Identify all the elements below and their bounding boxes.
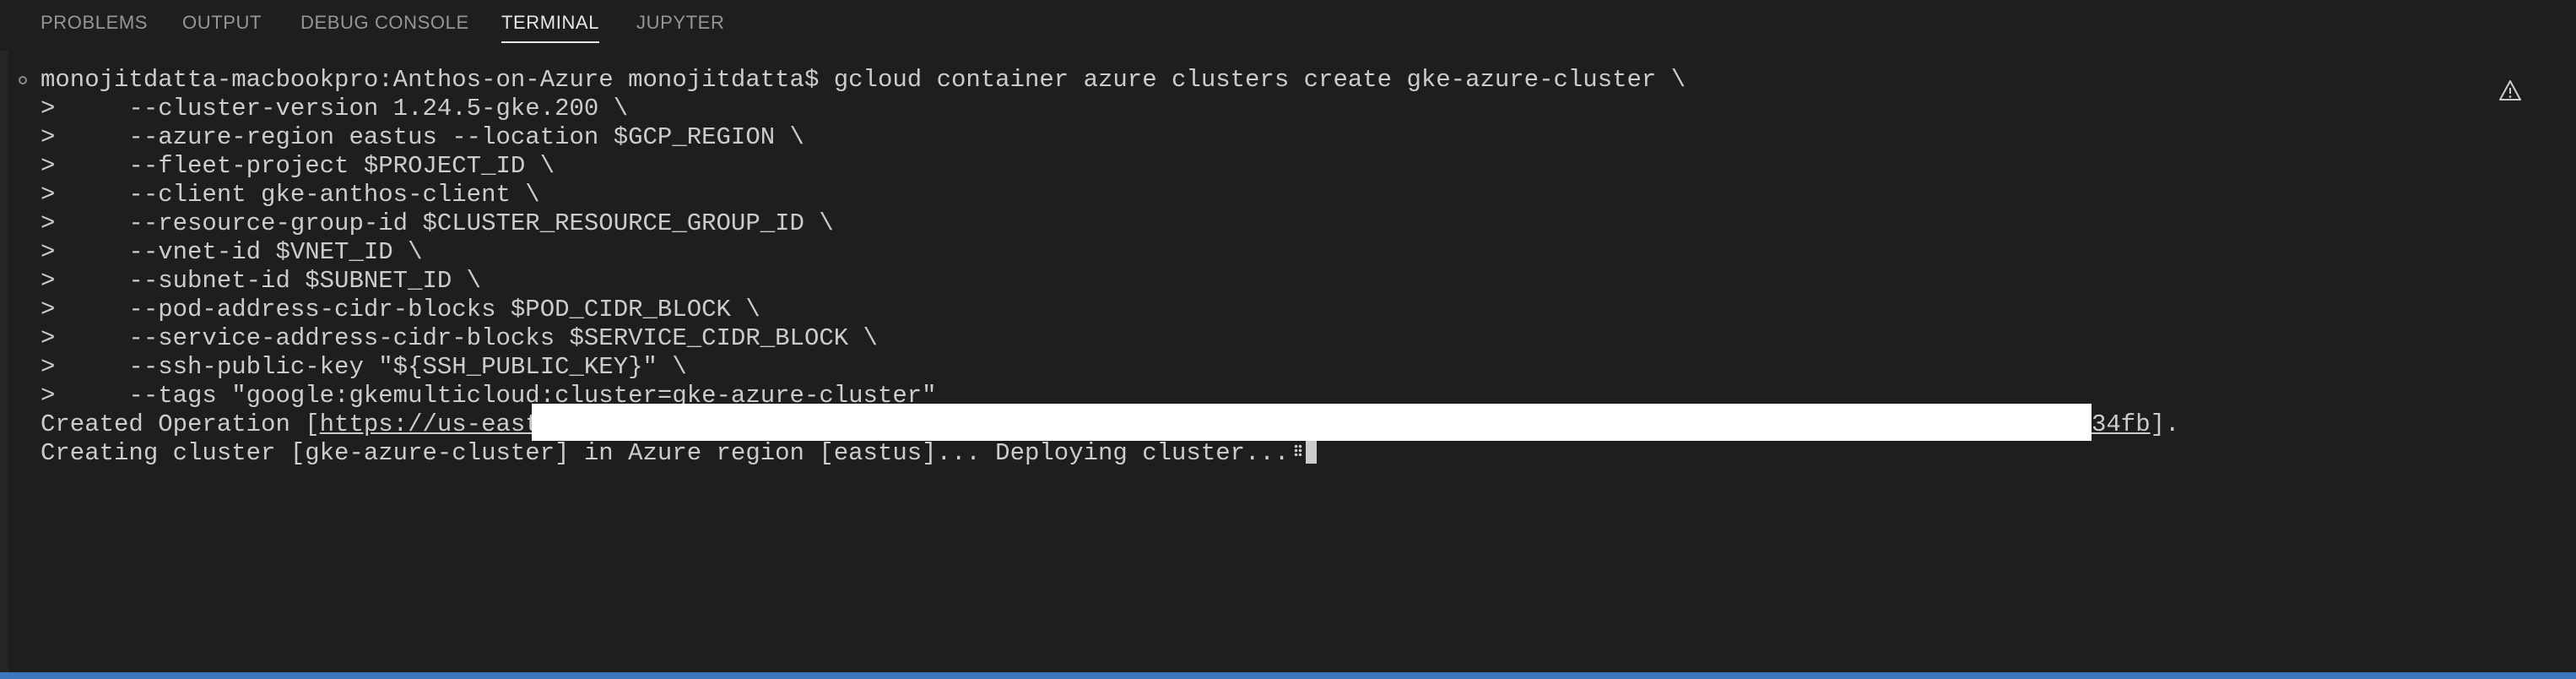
tab-debug-console[interactable]: DEBUG CONSOLE [300, 12, 469, 49]
creating-cluster-line: Creating cluster [gke-azure-cluster] in … [41, 439, 1318, 468]
panel-tab-bar: PROBLEMS OUTPUT DEBUG CONSOLE TERMINAL J… [0, 0, 2576, 51]
creating-text: Creating cluster [gke-azure-cluster] in … [41, 439, 1290, 467]
terminal-line: > --subnet-id $SUBNET_ID \ [41, 267, 482, 295]
terminal-line: > --ssh-public-key "${SSH_PUBLIC_KEY}" \ [41, 353, 687, 381]
terminal-line: > --vnet-id $VNET_ID \ [41, 238, 423, 266]
terminal-line: > --azure-region eastus --location $GCP_… [41, 123, 804, 151]
status-bar [0, 672, 2576, 679]
terminal-line: > --cluster-version 1.24.5-gke.200 \ [41, 95, 629, 122]
created-prefix: Created Operation [ [41, 410, 320, 438]
created-operation-line: Created Operation [https://us-east4-g [41, 410, 584, 439]
progress-spinner-icon [1294, 444, 1303, 456]
terminal-line: > --pod-address-cidr-blocks $POD_CIDR_BL… [41, 296, 760, 323]
circle-icon [19, 76, 27, 84]
warning-icon[interactable] [2498, 79, 2522, 101]
tab-terminal[interactable]: TERMINAL [501, 12, 600, 49]
terminal-line: > --resource-group-id $CLUSTER_RESOURCE_… [41, 209, 834, 237]
tab-jupyter[interactable]: JUPYTER [636, 12, 724, 49]
tab-problems[interactable]: PROBLEMS [41, 12, 148, 49]
created-suffix: ]. [2150, 410, 2180, 438]
terminal-line: > --service-address-cidr-blocks $SERVICE… [41, 324, 878, 352]
terminal-line: > --fleet-project $PROJECT_ID \ [41, 152, 555, 180]
operation-url-end[interactable]: 34fb [2092, 410, 2151, 438]
terminal-line: monojitdatta-macbookpro:Anthos-on-Azure … [41, 66, 1686, 94]
terminal-cursor [1306, 440, 1318, 464]
activity-edge [0, 0, 8, 672]
created-operation-line-end: 34fb]. [2092, 410, 2179, 439]
tab-output[interactable]: OUTPUT [182, 12, 262, 49]
terminal-output[interactable]: monojitdatta-macbookpro:Anthos-on-Azure … [41, 66, 2488, 657]
redaction-box [532, 404, 2092, 441]
terminal-line: > --client gke-anthos-client \ [41, 181, 540, 209]
